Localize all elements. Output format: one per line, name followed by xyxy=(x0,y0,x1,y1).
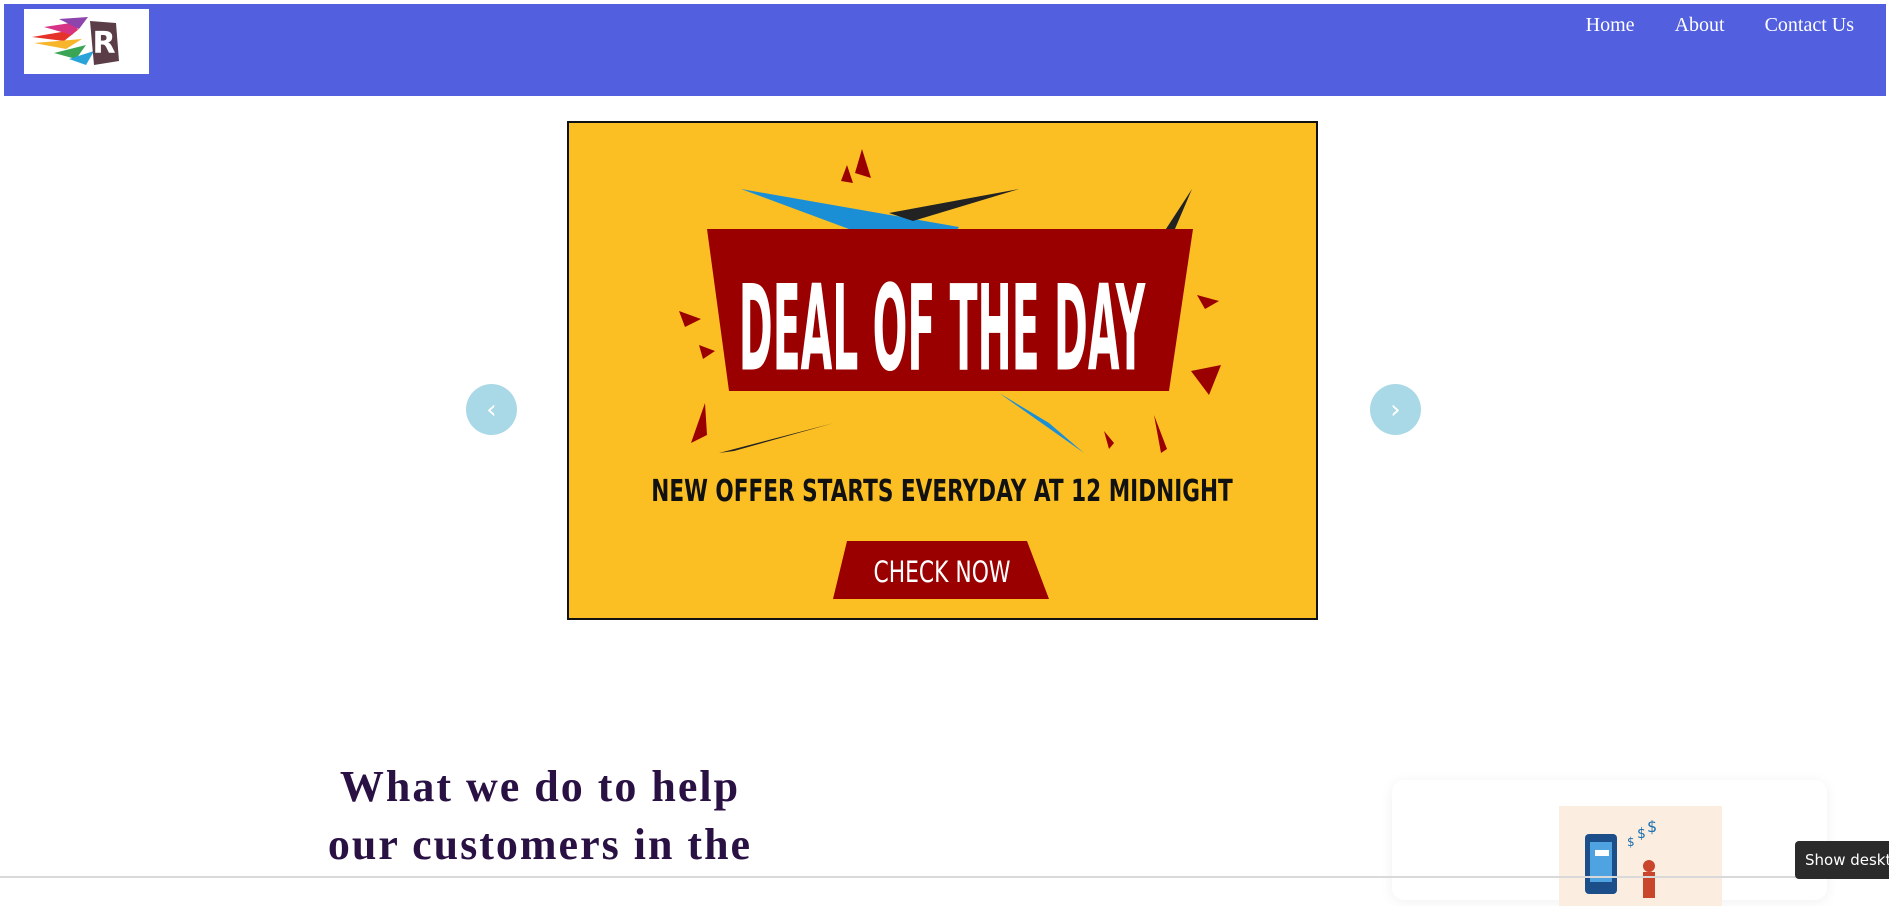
banner-cta: CHECK NOW xyxy=(873,556,1010,590)
deal-of-the-day-banner[interactable]: DEAL OF THE DAY NEW OFFER STARTS EVERYDA… xyxy=(567,121,1318,620)
svg-text:$: $ xyxy=(1647,817,1657,836)
nav-link-home[interactable]: Home xyxy=(1566,10,1655,40)
feature-card: $ $ $ xyxy=(1392,780,1827,906)
carousel-next-button[interactable]: › xyxy=(1370,384,1421,435)
banner-headline: DEAL OF THE DAY xyxy=(739,260,1146,398)
section-headline-line2: our customers in the xyxy=(327,820,753,869)
banner-graphic: DEAL OF THE DAY NEW OFFER STARTS EVERYDA… xyxy=(651,149,1233,599)
svg-text:R: R xyxy=(92,26,115,61)
carousel-prev-button[interactable]: ‹ xyxy=(466,384,517,435)
card-illustration: $ $ $ xyxy=(1559,806,1722,906)
svg-text:$: $ xyxy=(1637,826,1646,842)
section-headline: What we do to help our customers in the xyxy=(300,758,780,874)
svg-text:$: $ xyxy=(1627,835,1635,849)
section-headline-line1: What we do to help xyxy=(339,762,741,811)
brand-logo[interactable]: R xyxy=(24,9,149,74)
phone-payment-illustration-icon: $ $ $ xyxy=(1585,817,1657,898)
brand-logo-icon: R xyxy=(32,17,119,65)
nav-link-contact-us[interactable]: Contact Us xyxy=(1745,10,1874,40)
top-navbar: R Home About Contact Us xyxy=(4,4,1886,96)
nav-link-about[interactable]: About xyxy=(1655,10,1745,40)
nav-links: Home About Contact Us xyxy=(1566,10,1874,40)
banner-subtitle: NEW OFFER STARTS EVERYDAY AT 12 MIDNIGHT xyxy=(651,475,1233,509)
show-desktop-tooltip[interactable]: Show desktop xyxy=(1795,841,1889,879)
